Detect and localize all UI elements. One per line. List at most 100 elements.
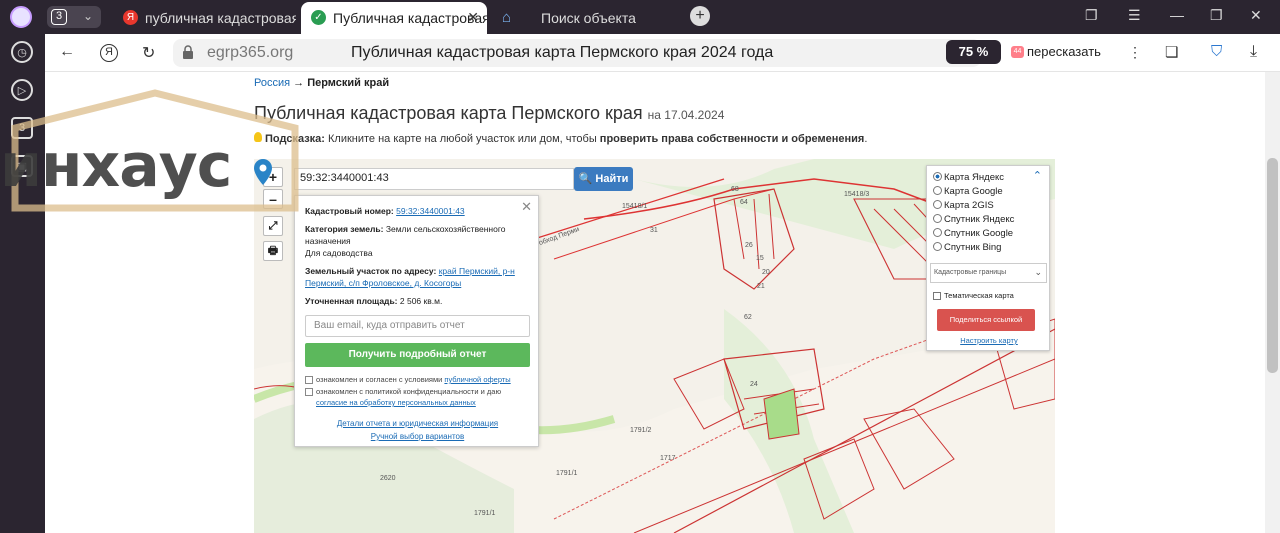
chevron-up-icon[interactable]: ⌃	[1033, 169, 1042, 182]
yandex-logo-icon[interactable]: Я	[100, 44, 118, 62]
download-icon[interactable]: ⤓	[1250, 43, 1257, 61]
cad-number-link[interactable]: 59:32:3440001:43	[396, 206, 465, 216]
yandex-icon: Я	[123, 10, 138, 25]
breadcrumb-current: Пермский край	[307, 77, 390, 89]
shield-icon[interactable]: ⛉	[1211, 43, 1222, 60]
hint-text: Кликните на карте на любой участок или д…	[328, 133, 597, 145]
profile-avatar[interactable]	[10, 6, 32, 28]
hint-label: Подсказка:	[265, 133, 325, 145]
offer-checkbox[interactable]: ознакомлен и согласен с условиями публич…	[305, 374, 511, 385]
map-label: 62	[744, 314, 752, 321]
category-label: Категория земель:	[305, 224, 384, 234]
tab-groups-button[interactable]: 3 ⌄	[47, 6, 101, 28]
address-label: Земельный участок по адресу:	[305, 266, 437, 276]
browser-sidebar: ◷ ▷ 3 ▣	[0, 0, 45, 533]
get-report-button[interactable]: Получить подробный отчет	[305, 343, 530, 367]
tab-label: Поиск объекта	[541, 10, 636, 26]
details-link[interactable]: Детали отчета и юридическая информация	[295, 419, 540, 428]
map-label: 26	[745, 242, 753, 249]
offer-link[interactable]: публичной оферты	[444, 375, 510, 384]
breadcrumb: Россия → Пермский край	[254, 77, 389, 89]
layers-panel: ⌃ Карта Яндекс Карта Google Карта 2GIS С…	[926, 165, 1050, 351]
retell-icon: 44	[1011, 46, 1024, 58]
layer-yandex-sat[interactable]: Спутник Яндекс	[933, 213, 1043, 227]
tab-bar: 3 ⌄ Я публичная кадастровая п ✓ Публична…	[10, 0, 1280, 34]
history-icon[interactable]: ◷	[11, 41, 33, 63]
menu-icon[interactable]: ☰	[1128, 7, 1141, 24]
manual-choice-link[interactable]: Ручной выбор вариантов	[295, 432, 540, 441]
close-tab-icon[interactable]: ✕	[467, 9, 479, 26]
find-button[interactable]: 🔍 Найти	[574, 167, 633, 191]
reading-list-icon[interactable]: ❏	[1165, 43, 1178, 61]
map-label: 21	[757, 283, 765, 290]
map-label: 15	[756, 255, 764, 262]
tab-count: 3	[51, 9, 67, 25]
map-label: 15418/3	[844, 191, 870, 198]
map-label: 1717	[660, 455, 676, 462]
map-label: 24	[750, 381, 758, 388]
tab-label: публичная кадастровая п	[145, 10, 296, 26]
restore-icon[interactable]: ❐	[1210, 7, 1223, 24]
hint: Подсказка: Кликните на карте на любой уч…	[254, 132, 867, 145]
fullscreen-button[interactable]: ⤢	[263, 216, 283, 236]
scrollbar-thumb[interactable]	[1267, 158, 1278, 373]
map-label: 64	[740, 199, 748, 206]
url-field[interactable]: egrp365.org Публичная кадастровая карта …	[173, 39, 981, 67]
cadastral-map[interactable]: 68 15418/3 15418/1 31 64 26 15 20 21 62 …	[254, 159, 1055, 533]
chevron-down-icon: ⌄	[1034, 267, 1042, 277]
map-label: 20	[762, 269, 770, 276]
parcel-popup: ✕ Кадастровый номер: 59:32:3440001:43 Ка…	[294, 195, 539, 447]
print-button[interactable]: 🖶	[263, 241, 283, 261]
back-icon[interactable]: ←	[59, 43, 75, 61]
retell-button[interactable]: 44 пересказать	[1007, 40, 1112, 64]
tab-label: Публичная кадастровая	[333, 10, 487, 26]
use-value: Для садоводства	[305, 248, 373, 258]
cad-label: Кадастровый номер:	[305, 206, 394, 216]
retell-label: пересказать	[1027, 44, 1101, 59]
url-page-title: Публичная кадастровая карта Пермского кр…	[351, 44, 774, 61]
hint-end: .	[864, 133, 868, 145]
collections-icon[interactable]: ❐	[1085, 7, 1098, 24]
lock-icon	[183, 45, 193, 59]
email-input[interactable]: Ваш email, куда отправить отчет	[305, 315, 530, 337]
layer-bing-sat[interactable]: Спутник Bing	[933, 241, 1043, 255]
heading-text: Публичная кадастровая карта Пермского кр…	[254, 103, 643, 123]
map-label: 2620	[380, 475, 396, 482]
area-label: Уточненная площадь:	[305, 296, 398, 306]
share-link-button[interactable]: Поделиться ссылкой	[937, 309, 1035, 331]
thematic-checkbox[interactable]: Тематическая карта	[933, 291, 1014, 301]
zoom-out-button[interactable]: –	[263, 189, 283, 209]
privacy-checkbox[interactable]: ознакомлен с политикой конфиденциальност…	[305, 386, 501, 408]
privacy-link[interactable]: согласие на обработку персональных данны…	[305, 398, 476, 407]
close-window-icon[interactable]: ✕	[1250, 7, 1262, 24]
layer-google-sat[interactable]: Спутник Google	[933, 227, 1043, 241]
minimize-icon[interactable]: —	[1170, 7, 1184, 23]
layer-yandex-map[interactable]: Карта Яндекс	[933, 171, 1043, 185]
customize-map-link[interactable]: Настроить карту	[927, 336, 1051, 345]
layer-google-map[interactable]: Карта Google	[933, 185, 1043, 199]
map-label: 1791/1	[556, 470, 578, 477]
tab-3[interactable]: ⌂ Поиск объекта	[489, 2, 679, 34]
tab-2-active[interactable]: ✓ Публичная кадастровая ✕	[301, 2, 487, 34]
more-icon[interactable]: ⋮	[1128, 44, 1142, 61]
zoom-badge[interactable]: 75 %	[946, 40, 1001, 64]
breadcrumb-russia[interactable]: Россия	[254, 77, 290, 89]
layer-2gis-map[interactable]: Карта 2GIS	[933, 199, 1043, 213]
play-icon[interactable]: ▷	[11, 79, 33, 101]
cadastral-search-input[interactable]: 59:32:3440001:43	[294, 168, 574, 190]
new-tab-button[interactable]: +	[690, 6, 710, 26]
watermark-text: инхаус	[0, 131, 232, 201]
map-label: 1791/1	[474, 510, 496, 517]
area-value: 2 506 кв.м.	[399, 296, 443, 306]
map-label: 15418/1	[622, 203, 648, 210]
close-icon[interactable]: ✕	[521, 199, 532, 215]
map-pin-icon[interactable]	[254, 159, 272, 185]
page-scrollbar[interactable]	[1265, 72, 1280, 533]
boundaries-select[interactable]: Кадастровые границы ⌄	[930, 263, 1047, 283]
reload-icon[interactable]: ↻	[142, 43, 155, 63]
map-label: 31	[650, 227, 658, 234]
home-icon: ⌂	[501, 9, 512, 26]
tab-1[interactable]: Я публичная кадастровая п	[113, 2, 296, 34]
lightbulb-icon	[254, 132, 262, 142]
chevron-down-icon: ⌄	[83, 9, 94, 23]
